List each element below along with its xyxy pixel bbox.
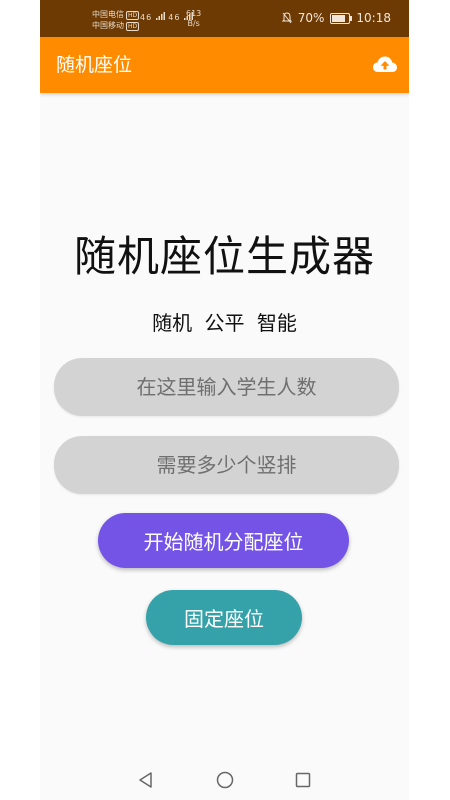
speed-value: 613 [186,9,202,18]
speed-unit: B/s [187,19,200,28]
clock: 10:18 [356,11,391,25]
random-assign-button[interactable]: 开始随机分配座位 [98,513,349,568]
student-count-input[interactable] [54,358,399,416]
toolbar-title: 随机座位 [56,54,133,76]
system-nav-bar [40,760,409,800]
fixed-seat-button[interactable]: 固定座位 [146,590,302,645]
battery-fill [332,14,345,22]
carrier-info: 中国电信 HD 中国移动 HD [92,9,140,31]
battery-icon [330,12,353,24]
hd-badge: HD [126,22,140,31]
cloud-upload-icon[interactable] [371,51,399,79]
bell-off-icon [281,12,292,24]
square-recent-icon[interactable] [293,770,313,790]
app-toolbar: 随机座位 [40,37,409,93]
hd-badge: HD [126,11,140,20]
status-right: 70% 10:18 [281,11,391,25]
triangle-back-icon[interactable] [136,770,156,790]
signal-icon [155,12,165,20]
signal-1-label: 46 [140,13,153,22]
app-screen: 中国电信 HD 中国移动 HD 46 46 613 B/s 70% 10:18 随机… [40,0,409,800]
carrier-1: 中国电信 [92,10,124,19]
network-speed: 613 B/s [186,9,201,29]
page-subtitle: 随机 公平 智能 [152,311,297,335]
page-title: 随机座位生成器 [73,232,375,281]
column-count-input[interactable] [54,436,399,494]
circle-home-icon[interactable] [215,770,235,790]
signal-2-label: 46 [168,13,181,22]
battery-percent: 70% [297,11,325,25]
carrier-2: 中国移动 [92,21,124,30]
status-bar: 中国电信 HD 中国移动 HD 46 46 613 B/s 70% 10:18 [40,0,409,37]
